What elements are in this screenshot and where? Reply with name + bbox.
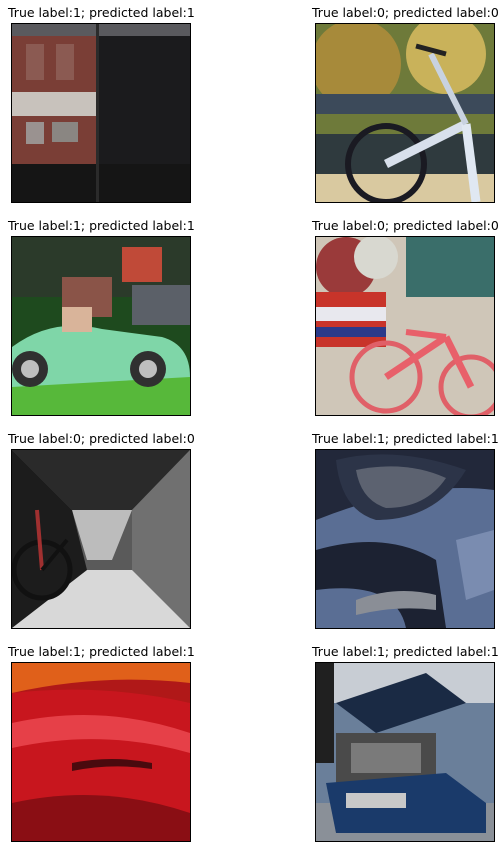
image-frame <box>11 23 191 203</box>
green-car-image <box>12 237 190 415</box>
blue-car-engine-image <box>316 663 494 841</box>
image-frame <box>315 662 495 842</box>
image-frame <box>11 662 191 842</box>
panel-title: True label:1; predicted label:1 <box>8 5 195 20</box>
red-bicycle-image <box>316 237 494 415</box>
alley-bicycle-image <box>12 450 190 628</box>
bicycle-image <box>316 24 494 202</box>
image-frame <box>11 449 191 629</box>
image-frame <box>315 236 495 416</box>
red-car-image <box>12 663 190 841</box>
panel-title: True label:1; predicted label:1 <box>312 431 499 446</box>
panel-title: True label:0; predicted label:0 <box>8 431 195 446</box>
panel-title: True label:1; predicted label:1 <box>312 644 499 659</box>
panel-title: True label:0; predicted label:0 <box>312 5 499 20</box>
panel-title: True label:1; predicted label:1 <box>8 218 195 233</box>
building-image <box>12 24 190 202</box>
panel-title: True label:1; predicted label:1 <box>8 644 195 659</box>
headlight-image <box>316 450 494 628</box>
image-frame <box>315 449 495 629</box>
image-frame <box>315 23 495 203</box>
image-frame <box>11 236 191 416</box>
panel-title: True label:0; predicted label:0 <box>312 218 499 233</box>
